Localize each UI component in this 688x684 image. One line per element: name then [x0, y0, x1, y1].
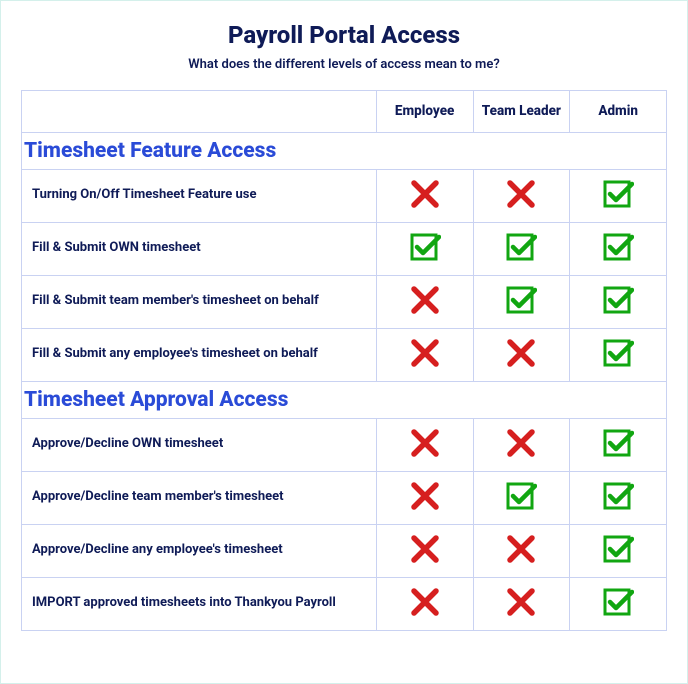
access-cell-team_leader	[473, 328, 570, 381]
section-heading: Timesheet Feature Access	[24, 139, 276, 163]
check-icon	[602, 178, 634, 210]
col-header-employee: Employee	[376, 91, 473, 133]
feature-label: Fill & Submit team member's timesheet on…	[22, 275, 377, 328]
access-cell-team_leader	[473, 169, 570, 222]
feature-label: Approve/Decline any employee's timesheet	[22, 524, 377, 577]
table-row: Fill & Submit any employee's timesheet o…	[22, 328, 667, 381]
access-cell-admin	[570, 418, 667, 471]
check-icon	[409, 231, 441, 263]
access-cell-admin	[570, 222, 667, 275]
feature-label: Fill & Submit any employee's timesheet o…	[22, 328, 377, 381]
section-heading-row: Timesheet Feature Access	[22, 132, 667, 169]
access-matrix-table: Employee Team Leader Admin Timesheet Fea…	[21, 90, 667, 631]
x-icon	[505, 533, 537, 565]
x-icon	[505, 178, 537, 210]
page-subtitle: What does the different levels of access…	[21, 57, 667, 72]
x-icon	[409, 284, 441, 316]
check-icon	[602, 337, 634, 369]
check-icon	[602, 533, 634, 565]
access-cell-employee	[376, 169, 473, 222]
x-icon	[409, 586, 441, 618]
access-cell-employee	[376, 275, 473, 328]
access-cell-admin	[570, 275, 667, 328]
check-icon	[602, 586, 634, 618]
table-row: Approve/Decline any employee's timesheet	[22, 524, 667, 577]
section-heading-cell: Timesheet Feature Access	[22, 132, 667, 169]
access-cell-team_leader	[473, 524, 570, 577]
access-cell-team_leader	[473, 418, 570, 471]
x-icon	[409, 533, 441, 565]
check-icon	[602, 284, 634, 316]
access-cell-team_leader	[473, 222, 570, 275]
feature-label: Turning On/Off Timesheet Feature use	[22, 169, 377, 222]
access-cell-admin	[570, 328, 667, 381]
access-cell-employee	[376, 328, 473, 381]
check-icon	[602, 480, 634, 512]
x-icon	[505, 427, 537, 459]
access-cell-team_leader	[473, 471, 570, 524]
check-icon	[602, 427, 634, 459]
check-icon	[505, 284, 537, 316]
access-cell-admin	[570, 577, 667, 630]
access-cell-team_leader	[473, 577, 570, 630]
feature-label: Approve/Decline team member's timesheet	[22, 471, 377, 524]
table-row: Approve/Decline team member's timesheet	[22, 471, 667, 524]
table-row: Fill & Submit OWN timesheet	[22, 222, 667, 275]
feature-label: Approve/Decline OWN timesheet	[22, 418, 377, 471]
access-cell-employee	[376, 471, 473, 524]
access-cell-admin	[570, 471, 667, 524]
feature-label: IMPORT approved timesheets into Thankyou…	[22, 577, 377, 630]
table-row: Turning On/Off Timesheet Feature use	[22, 169, 667, 222]
access-cell-employee	[376, 418, 473, 471]
col-header-admin: Admin	[570, 91, 667, 133]
header-blank	[22, 91, 377, 133]
table-row: Approve/Decline OWN timesheet	[22, 418, 667, 471]
section-heading-row: Timesheet Approval Access	[22, 381, 667, 418]
access-cell-admin	[570, 169, 667, 222]
access-cell-admin	[570, 524, 667, 577]
x-icon	[505, 337, 537, 369]
header-row: Employee Team Leader Admin	[22, 91, 667, 133]
x-icon	[409, 427, 441, 459]
x-icon	[409, 337, 441, 369]
check-icon	[505, 231, 537, 263]
section-heading-cell: Timesheet Approval Access	[22, 381, 667, 418]
page-title: Payroll Portal Access	[21, 21, 667, 49]
access-cell-employee	[376, 222, 473, 275]
col-header-team-leader: Team Leader	[473, 91, 570, 133]
x-icon	[505, 586, 537, 618]
section-heading: Timesheet Approval Access	[24, 388, 288, 412]
check-icon	[505, 480, 537, 512]
access-cell-team_leader	[473, 275, 570, 328]
x-icon	[409, 178, 441, 210]
feature-label: Fill & Submit OWN timesheet	[22, 222, 377, 275]
check-icon	[602, 231, 634, 263]
access-cell-employee	[376, 524, 473, 577]
x-icon	[409, 480, 441, 512]
table-row: Fill & Submit team member's timesheet on…	[22, 275, 667, 328]
table-row: IMPORT approved timesheets into Thankyou…	[22, 577, 667, 630]
access-cell-employee	[376, 577, 473, 630]
